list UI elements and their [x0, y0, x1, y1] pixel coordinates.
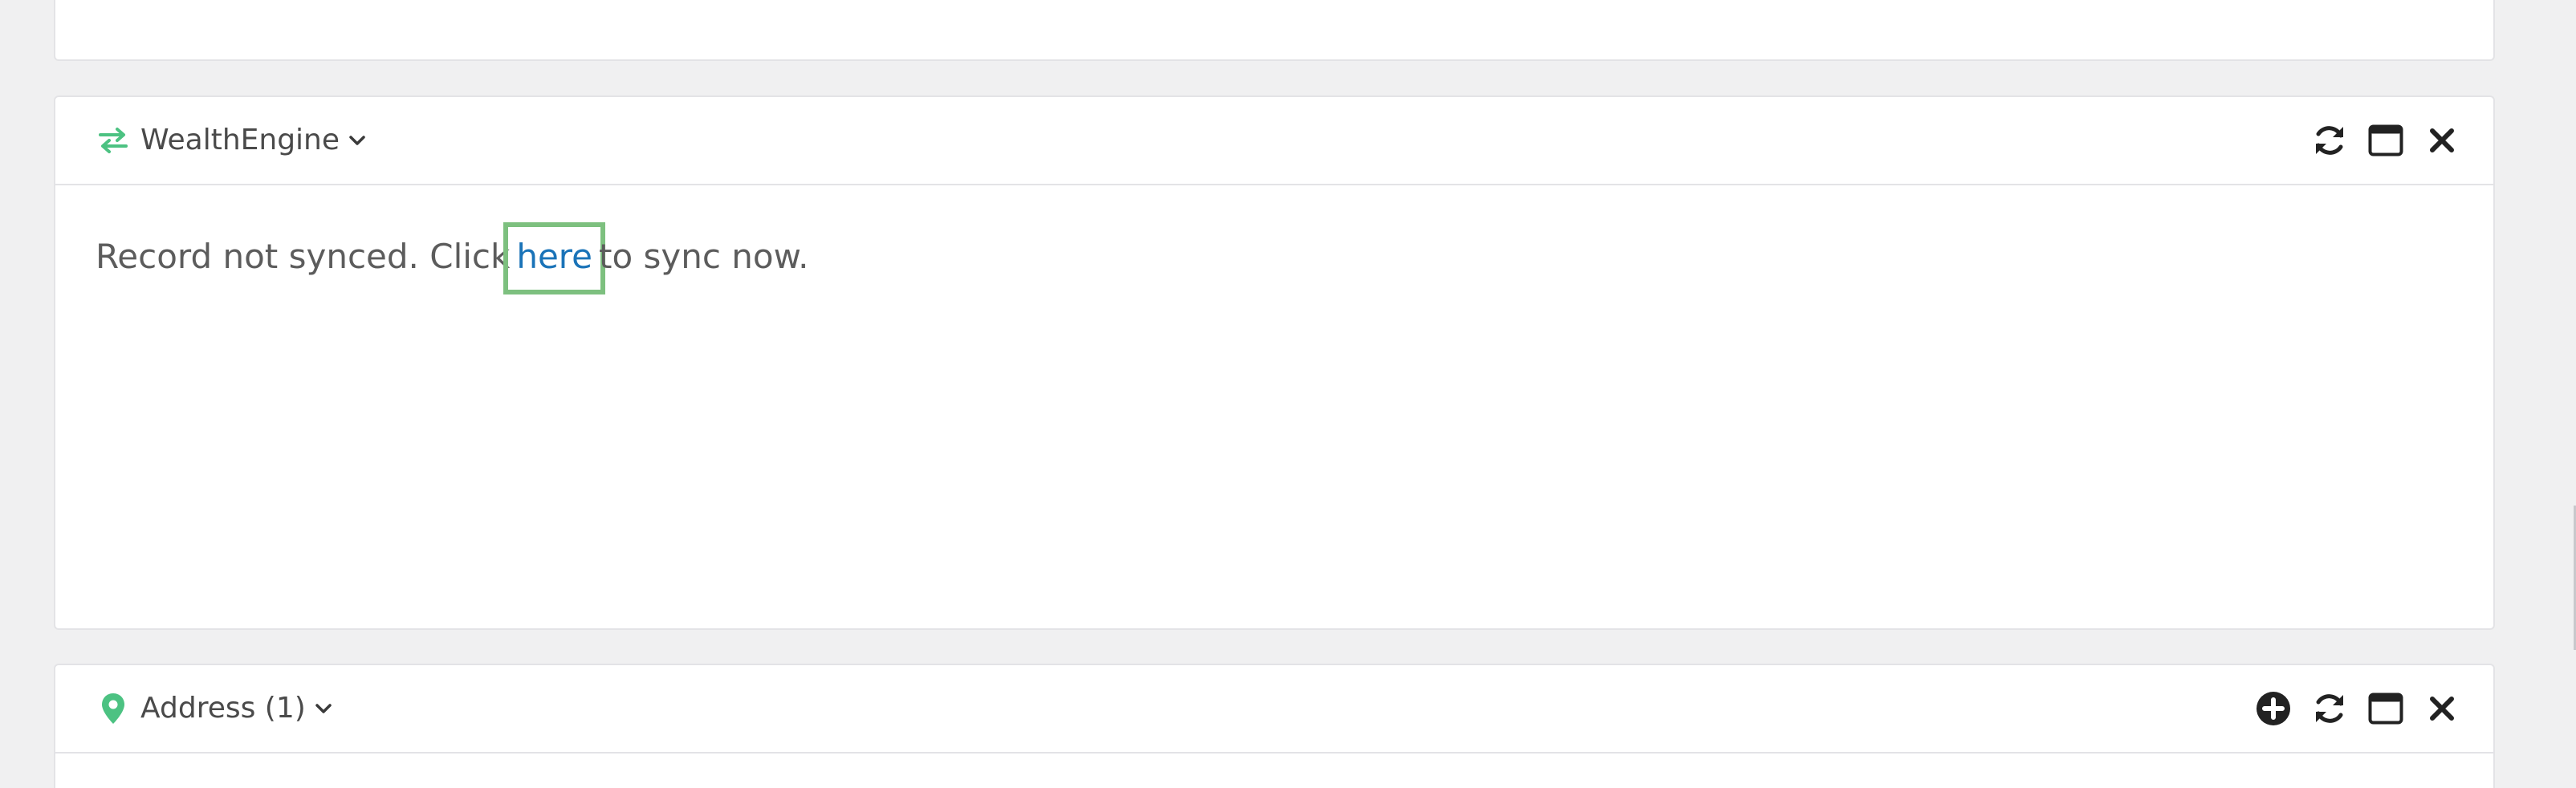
sync-message-after: to sync now.	[598, 237, 809, 276]
address-panel: Address (1)	[54, 664, 2495, 788]
wealthengine-panel-body: Record not synced. Click here to sync now.	[55, 185, 2493, 331]
map-marker-icon	[97, 693, 129, 725]
window-maximize-icon[interactable]	[2365, 688, 2407, 729]
address-title: Address (1)	[140, 692, 306, 725]
wealthengine-panel: WealthEngine Record not synced. Click he…	[54, 95, 2495, 630]
sync-message-before: Record not synced. Click	[96, 237, 511, 276]
wealthengine-toolbar	[2294, 97, 2463, 184]
previous-panel	[54, 0, 2495, 61]
wealthengine-title: WealthEngine	[140, 124, 340, 156]
close-icon[interactable]	[2421, 120, 2463, 161]
address-toolbar	[2238, 665, 2463, 752]
wealthengine-panel-header: WealthEngine	[55, 97, 2493, 185]
wealthengine-title-dropdown[interactable]: WealthEngine	[97, 97, 367, 184]
exchange-arrows-icon	[97, 124, 129, 156]
chevron-down-icon	[314, 699, 333, 718]
plus-circle-icon[interactable]	[2252, 688, 2294, 729]
sync-now-link[interactable]: here	[503, 221, 605, 295]
refresh-icon[interactable]	[2309, 688, 2350, 729]
close-icon[interactable]	[2421, 688, 2463, 729]
page: WealthEngine Record not synced. Click he…	[0, 0, 2576, 788]
sync-message: Record not synced. Click here to sync now.	[96, 221, 2453, 295]
chevron-down-icon	[348, 131, 367, 150]
address-title-dropdown[interactable]: Address (1)	[97, 665, 333, 752]
refresh-icon[interactable]	[2309, 120, 2350, 161]
window-maximize-icon[interactable]	[2365, 120, 2407, 161]
address-panel-header: Address (1)	[55, 665, 2493, 753]
